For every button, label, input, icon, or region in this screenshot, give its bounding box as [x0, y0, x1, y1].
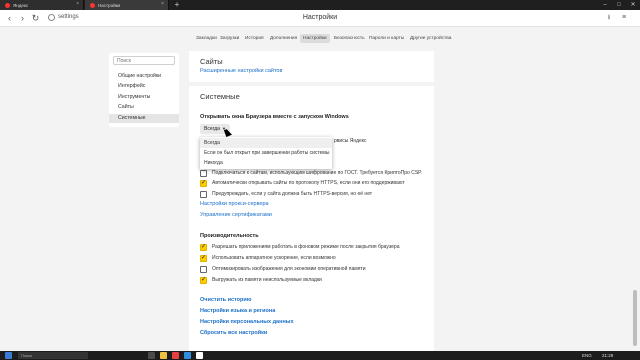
- sidebar-item-general[interactable]: Общие настройки: [109, 72, 179, 81]
- minimize-button[interactable]: –: [598, 0, 612, 10]
- new-tab-button[interactable]: +: [172, 0, 182, 10]
- language-region-link[interactable]: Настройки языка и региона: [200, 308, 275, 314]
- tab-settings-page[interactable]: Настройки: [300, 34, 330, 43]
- tab-settings[interactable]: Настройки ×: [85, 0, 169, 10]
- hidden-row-tail: рвисы Яндекс: [334, 138, 367, 144]
- tab-downloads[interactable]: Загрузки: [217, 34, 242, 43]
- dropdown-option-never[interactable]: Никогда: [200, 158, 332, 168]
- startup-select-value: Всегда: [204, 126, 220, 132]
- address-bar: ‹ › ↻ settings Настройки ⭳ ≡: [0, 10, 640, 27]
- gost-label: Подключаться к сайтам, использующим шифр…: [212, 170, 423, 176]
- performance-title: Производительность: [200, 233, 259, 239]
- maximize-button[interactable]: □: [612, 0, 626, 10]
- background-row[interactable]: ✓ Разрешать приложениям работать в фонов…: [200, 243, 399, 251]
- tab-bookmarks[interactable]: Закладки: [193, 34, 220, 43]
- background-checkbox[interactable]: ✓: [200, 243, 207, 251]
- scrollbar-thumb[interactable]: [633, 290, 637, 346]
- gost-row[interactable]: Подключаться к сайтам, использующим шифр…: [200, 169, 422, 177]
- https-auto-label: Автоматически открывать сайты по протоко…: [212, 180, 405, 186]
- gost-checkbox[interactable]: [200, 169, 207, 177]
- download-icon[interactable]: ⭳: [605, 14, 613, 22]
- windows-start-icon[interactable]: [5, 352, 12, 359]
- yandex-favicon-icon: [5, 2, 10, 8]
- sidebar-item-sites[interactable]: Сайты: [109, 103, 179, 112]
- sidebar-item-system[interactable]: Системные: [109, 114, 179, 123]
- https-auto-checkbox[interactable]: ✓: [200, 179, 207, 187]
- https-warn-label: Предупреждать, если у сайта должна быть …: [212, 191, 373, 197]
- settings-search-input[interactable]: [113, 56, 175, 65]
- optimize-images-checkbox[interactable]: [200, 265, 207, 273]
- dropdown-option-always[interactable]: Всегда: [200, 138, 332, 148]
- section-divider: [189, 82, 434, 86]
- https-auto-row[interactable]: ✓ Автоматически открывать сайты по прото…: [200, 179, 405, 187]
- chrome-icon[interactable]: [196, 352, 203, 359]
- menu-icon[interactable]: ≡: [620, 14, 628, 22]
- page-title: Настройки: [302, 14, 338, 21]
- settings-favicon-icon: [90, 2, 95, 8]
- taskbar-search[interactable]: Поиск: [18, 352, 88, 359]
- close-tab-icon[interactable]: ×: [76, 1, 79, 7]
- optimize-images-label: Оптимизировать изображения для экономии …: [212, 266, 366, 272]
- close-window-button[interactable]: ✕: [626, 0, 640, 10]
- settings-sidebar: Общие настройки Интерфейс Инструменты Са…: [109, 53, 179, 127]
- clear-history-link[interactable]: Очистить историю: [200, 297, 251, 303]
- tab-yandex[interactable]: Яндекс ×: [0, 0, 84, 10]
- tab-devices[interactable]: Другие устройства: [407, 34, 454, 43]
- optimize-images-row[interactable]: Оптимизировать изображения для экономии …: [200, 265, 366, 273]
- hw-accel-checkbox[interactable]: ✓: [200, 254, 207, 262]
- hw-accel-label: Использовать аппаратное ускорение, если …: [212, 255, 336, 261]
- sites-section-title: Сайты: [200, 57, 223, 66]
- sidebar-item-interface[interactable]: Интерфейс: [109, 82, 179, 91]
- app-icon[interactable]: [184, 352, 191, 359]
- tab-label: Настройки: [98, 2, 121, 8]
- tab-extensions[interactable]: Дополнения: [267, 34, 300, 43]
- reset-settings-link[interactable]: Сбросить все настройки: [200, 330, 267, 336]
- personal-data-link[interactable]: Настройки персональных данных: [200, 319, 294, 325]
- startup-label: Открывать окна Браузера вместе с запуско…: [200, 114, 349, 120]
- input-language[interactable]: ENG: [582, 352, 592, 359]
- close-tab-icon[interactable]: ×: [161, 1, 164, 7]
- settings-nav: Закладки Загрузки История Дополнения Нас…: [0, 34, 640, 44]
- clock[interactable]: 21:28: [602, 352, 613, 359]
- yandex-browser-icon[interactable]: [172, 352, 179, 359]
- certificates-link[interactable]: Управление сертификатами: [200, 212, 272, 218]
- unload-tabs-row[interactable]: ✓ Выгружать из памяти неиспользуемые вкл…: [200, 276, 322, 284]
- settings-content: Сайты Расширенные настройки сайтов Систе…: [189, 51, 434, 353]
- tab-history[interactable]: История: [242, 34, 267, 43]
- system-section-title: Системные: [200, 92, 240, 101]
- startup-dropdown-menu: Всегда Если он был открыт при завершении…: [200, 137, 332, 169]
- advanced-sites-link[interactable]: Расширенные настройки сайтов: [200, 68, 282, 74]
- https-warn-checkbox[interactable]: [200, 190, 207, 198]
- tab-strip: Яндекс × Настройки × + – □ ✕: [0, 0, 640, 10]
- proxy-settings-link[interactable]: Настройки прокси-сервера: [200, 201, 269, 207]
- taskbar: Поиск ENG 21:28: [0, 351, 640, 360]
- tab-security[interactable]: Безопасность: [331, 34, 368, 43]
- dropdown-option-if-open[interactable]: Если он был открыт при завершении работы…: [200, 148, 332, 158]
- hw-accel-row[interactable]: ✓ Использовать аппаратное ускорение, есл…: [200, 254, 336, 262]
- task-view-icon[interactable]: [148, 352, 155, 359]
- tab-passwords[interactable]: Пароли и карты: [366, 34, 407, 43]
- unload-tabs-label: Выгружать из памяти неиспользуемые вклад…: [212, 277, 322, 283]
- background-label: Разрешать приложениям работать в фоновом…: [212, 244, 400, 250]
- explorer-icon[interactable]: [160, 352, 167, 359]
- tab-label: Яндекс: [13, 2, 29, 8]
- unload-tabs-checkbox[interactable]: ✓: [200, 276, 207, 284]
- sidebar-item-tools[interactable]: Инструменты: [109, 93, 179, 102]
- https-warn-row[interactable]: Предупреждать, если у сайта должна быть …: [200, 190, 372, 198]
